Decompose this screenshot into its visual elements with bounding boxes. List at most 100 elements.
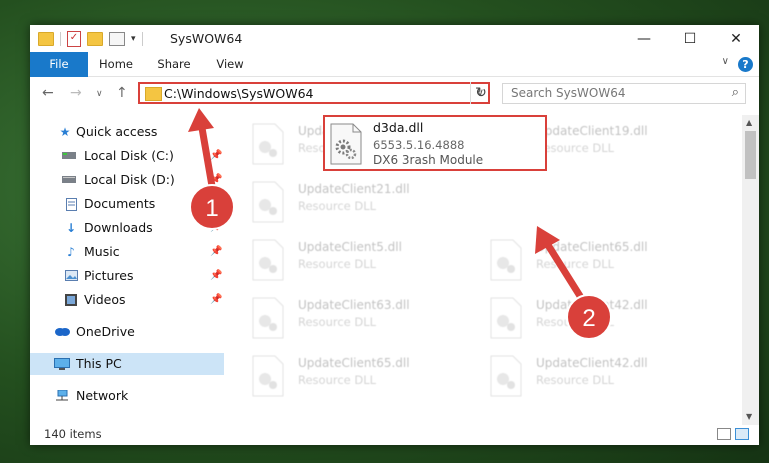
divider [141, 32, 143, 46]
vertical-scrollbar[interactable]: ▲ ▼ [742, 115, 759, 425]
dll-file-icon [490, 355, 522, 397]
sidebar-item-label: Music [84, 244, 120, 259]
sidebar-item-music[interactable]: ♪ Music 📌 [30, 241, 224, 263]
folder-icon[interactable] [38, 32, 54, 46]
pin-icon[interactable]: 📌 [210, 217, 222, 239]
highlighted-file-item[interactable]: d3da.dll 6553.5.16.4888 DX6 3rash Module [323, 115, 547, 171]
search-input[interactable]: Search SysWOW64 ⌕ [502, 83, 746, 104]
file-description: Resource DLL [298, 199, 377, 213]
tab-view[interactable]: View [210, 52, 250, 76]
sidebar-item-quick-access[interactable]: ★ Quick access [30, 121, 224, 143]
forward-arrow-icon[interactable]: → [70, 85, 82, 101]
navigation-pane: ★ Quick access Local Disk (C:) 📌 Local D… [30, 115, 224, 415]
file-item[interactable]: UpdateClient65.dll Resource DLL [464, 235, 684, 287]
file-item[interactable]: UpdateClient65.dll Resource DLL [226, 351, 446, 403]
dll-file-icon [252, 297, 284, 339]
scroll-up-arrow-icon[interactable]: ▲ [746, 118, 752, 127]
pictures-icon [64, 270, 78, 282]
divider [60, 32, 61, 46]
file-item[interactable]: UpdateClient5.dll Resource DLL [226, 235, 446, 287]
address-bar[interactable]: C:\Windows\SysWOW64 ∨ [138, 82, 490, 104]
title-bar: ✓ ▾ SysWOW64 — ☐ ✕ [30, 25, 759, 52]
properties-check-icon[interactable]: ✓ [67, 31, 81, 47]
dll-file-icon [490, 239, 522, 281]
recent-locations-chevron-icon[interactable]: ∨ [96, 89, 103, 99]
up-arrow-icon[interactable]: ↑ [116, 85, 128, 101]
refresh-icon[interactable]: ↻ [470, 82, 491, 104]
search-placeholder: Search SysWOW64 [511, 86, 626, 100]
file-description: Resource DLL [536, 141, 615, 155]
tiles-view-icon[interactable] [735, 428, 749, 440]
sidebar-item-local-disk-d[interactable]: Local Disk (D:) 📌 [30, 169, 224, 191]
music-icon: ♪ [67, 245, 75, 259]
new-folder-icon[interactable] [87, 32, 103, 46]
star-icon: ★ [59, 125, 71, 139]
details-view-icon[interactable] [717, 428, 731, 440]
file-name: d3da.dll [373, 120, 424, 135]
sidebar-item-onedrive[interactable]: OneDrive [30, 321, 224, 343]
file-version: 6553.5.16.4888 [373, 138, 465, 152]
file-description: Resource DLL [298, 257, 377, 271]
scrollbar-thumb[interactable] [745, 131, 756, 179]
customize-toolbar-chevron-icon[interactable]: ▾ [131, 34, 136, 44]
sidebar-item-pictures[interactable]: Pictures 📌 [30, 265, 224, 287]
file-name: UpdateClient19.dll [536, 124, 648, 138]
file-item[interactable]: UpdateClient42.dll Resource DLL [464, 351, 684, 403]
view-toggles [717, 428, 749, 440]
pin-icon[interactable]: 📌 [210, 193, 222, 215]
status-bar: 140 items [30, 425, 759, 445]
tab-share[interactable]: Share [150, 52, 198, 76]
sidebar-item-network[interactable]: Network [30, 385, 224, 407]
maximize-button[interactable]: ☐ [667, 25, 713, 52]
file-description: Resource DLL [536, 373, 615, 387]
pin-icon[interactable]: 📌 [210, 169, 222, 191]
scroll-down-arrow-icon[interactable]: ▼ [746, 412, 752, 421]
sidebar-item-downloads[interactable]: ↓ Downloads 📌 [30, 217, 224, 239]
window-controls: — ☐ ✕ [621, 25, 759, 52]
drive-icon [62, 150, 76, 162]
sidebar-item-label: Network [76, 388, 129, 403]
file-description: Resource DLL [298, 373, 377, 387]
pin-icon[interactable]: 📌 [210, 265, 222, 287]
properties-icon[interactable] [109, 32, 125, 46]
address-path[interactable]: C:\Windows\SysWOW64 [164, 86, 313, 101]
file-description: Resource DLL [536, 315, 615, 329]
minimize-button[interactable]: — [621, 25, 667, 52]
file-name: UpdateClient21.dll [298, 182, 410, 196]
sidebar-item-label: Pictures [84, 268, 134, 283]
back-arrow-icon[interactable]: ← [42, 85, 54, 101]
expand-ribbon-chevron-icon[interactable]: ∨ [722, 56, 729, 67]
file-name: UpdateClient5.dll [298, 240, 402, 254]
dll-file-icon [252, 239, 284, 281]
dll-file-icon [252, 355, 284, 397]
documents-icon [64, 198, 78, 211]
file-name: UpdateClient65.dll [536, 240, 648, 254]
pin-icon[interactable]: 📌 [210, 289, 222, 311]
tab-home[interactable]: Home [96, 52, 136, 76]
file-name: UpdateClient63.dll [298, 298, 410, 312]
explorer-window: ✓ ▾ SysWOW64 — ☐ ✕ File Home Share View … [30, 25, 759, 445]
item-count: 140 items [44, 427, 102, 441]
file-name: UpdateClient42.dll [536, 356, 648, 370]
close-button[interactable]: ✕ [713, 25, 759, 52]
sidebar-item-videos[interactable]: Videos 📌 [30, 289, 224, 311]
sidebar-item-documents[interactable]: Documents 📌 [30, 193, 224, 215]
sidebar-item-label: Downloads [84, 220, 153, 235]
search-icon[interactable]: ⌕ [732, 85, 739, 100]
sidebar-item-label: Documents [84, 196, 156, 211]
navigation-bar: ← → ∨ ↑ C:\Windows\SysWOW64 ∨ ↻ Search S… [30, 77, 759, 111]
pin-icon[interactable]: 📌 [210, 145, 222, 167]
sidebar-item-label: Local Disk (D:) [84, 172, 175, 187]
pin-icon[interactable]: 📌 [210, 241, 222, 263]
sidebar-item-label: Local Disk (C:) [84, 148, 174, 163]
sidebar-item-local-disk-c[interactable]: Local Disk (C:) 📌 [30, 145, 224, 167]
sidebar-item-label: Quick access [76, 124, 158, 139]
help-icon[interactable]: ? [738, 57, 753, 72]
file-item[interactable]: UpdateClient63.dll Resource DLL [226, 293, 446, 345]
file-item[interactable]: UpdateClient42.dll Resource DLL [464, 293, 684, 345]
file-description: Resource DLL [536, 257, 615, 271]
sidebar-item-this-pc[interactable]: This PC [30, 353, 224, 375]
file-item[interactable]: UpdateClient21.dll Resource DLL [226, 177, 446, 229]
dll-file-icon [252, 181, 284, 223]
window-title: SysWOW64 [170, 31, 243, 46]
